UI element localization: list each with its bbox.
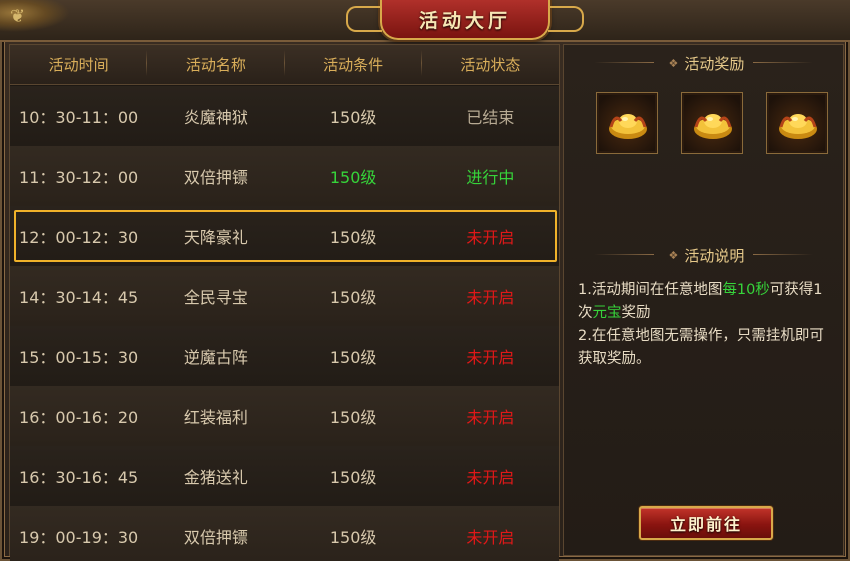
header-name: 活动名称: [147, 50, 285, 76]
header-status: 活动状态: [460, 56, 521, 74]
table-row[interactable]: 19：00-19：30 双倍押镖 150级 未开启: [10, 506, 559, 561]
activity-level-requirement: 150级: [329, 348, 377, 367]
window-title: 活动大厅: [418, 9, 511, 32]
activity-status: 未开启: [466, 288, 515, 307]
activity-level-requirement: 150级: [329, 108, 377, 127]
activity-status: 未开启: [466, 348, 515, 367]
activity-name: 双倍押镖: [183, 168, 248, 187]
activity-status: 未开启: [466, 228, 515, 247]
gold-ingot-icon: [609, 114, 647, 139]
activity-time: 12：00-12：30: [19, 228, 139, 247]
go-now-button[interactable]: 立即前往: [639, 506, 773, 540]
reward-slot-2[interactable]: [681, 92, 743, 154]
ornament-icon: ❖: [668, 56, 679, 70]
rewards-title: 活动奖励: [684, 54, 745, 73]
table-body: 10：30-11：00 炎魔神狱 150级 已结束 11：30-12：00 双倍押镖 150…: [10, 86, 559, 561]
activity-name: 红装福利: [183, 408, 248, 427]
desc-highlight-currency: 元宝: [592, 305, 622, 321]
activity-status: 未开启: [466, 408, 515, 427]
activity-level-requirement: 150级: [329, 528, 377, 547]
activity-time: 10：30-11：00: [19, 108, 139, 127]
activity-name: 逆魔古阵: [183, 348, 248, 367]
gold-ingot-icon: [694, 114, 732, 139]
desc-text: 奖励: [621, 305, 651, 321]
desc-text: 2.在任意地图无需操作，只需挂机即可获取奖励。: [578, 328, 824, 367]
table-row[interactable]: 10：30-11：00 炎魔神狱 150级 已结束: [10, 86, 559, 146]
corner-glyph: ❦: [10, 6, 26, 27]
activity-status: 未开启: [466, 468, 515, 487]
table-row[interactable]: 15：00-15：30 逆魔古阵 150级 未开启: [10, 326, 559, 386]
activity-name: 炎魔神狱: [183, 108, 248, 127]
activity-table: 活动时间 活动名称 活动条件 活动状态 10：30-11：00 炎魔神狱 150级 已…: [9, 44, 560, 561]
description-title: 活动说明: [684, 246, 745, 265]
table-header: 活动时间 活动名称 活动条件 活动状态: [10, 45, 559, 85]
activity-level-requirement: 150级: [329, 168, 377, 187]
activity-time: 16：30-16：45: [19, 468, 139, 487]
reward-slot-1[interactable]: [596, 92, 658, 154]
activity-status: 已结束: [466, 108, 515, 127]
activity-time: 16：00-16：20: [19, 408, 139, 427]
reward-list: [596, 92, 828, 154]
table-row[interactable]: 16：00-16：20 红装福利 150级 未开启: [10, 386, 559, 446]
activity-description: 1.活动期间在任意地图每10秒可获得1次元宝奖励 2.在任意地图无需操作，只需挂…: [578, 279, 836, 371]
corner-dragon-ornament: ❦: [0, 0, 70, 32]
desc-text: 1.活动期间在任意地图: [578, 282, 723, 298]
header-condition: 活动条件: [285, 50, 423, 76]
activity-status: 进行中: [466, 168, 515, 187]
side-panel: ❖ 活动奖励 ❖ 活动说明 1.活动期间在任意地图每10秒可获得1次元宝奖励 2…: [563, 44, 844, 556]
ornament-icon: ❖: [668, 248, 679, 262]
activity-time: 19：00-19：30: [19, 528, 139, 547]
activity-name: 双倍押镖: [183, 528, 248, 547]
activity-level-requirement: 150级: [329, 228, 377, 247]
desc-highlight-interval: 每10秒: [722, 282, 770, 298]
activity-level-requirement: 150级: [329, 288, 377, 307]
table-row[interactable]: 16：30-16：45 金猪送礼 150级 未开启: [10, 446, 559, 506]
activity-level-requirement: 150级: [329, 408, 377, 427]
activity-time: 14：30-14：45: [19, 288, 139, 307]
activity-name: 全民寻宝: [183, 288, 248, 307]
activity-time: 15：00-15：30: [19, 348, 139, 367]
description-heading: ❖ 活动说明: [564, 242, 843, 268]
header-time: 活动时间: [10, 50, 148, 76]
activity-time: 11：30-12：00: [19, 168, 139, 187]
rewards-heading: ❖ 活动奖励: [564, 50, 843, 76]
table-row[interactable]: 12：00-12：30 天降豪礼 150级 未开启: [10, 206, 559, 266]
activity-name: 天降豪礼: [183, 228, 248, 247]
gold-ingot-icon: [779, 114, 817, 139]
activity-name: 金猪送礼: [183, 468, 248, 487]
reward-slot-3[interactable]: [766, 92, 828, 154]
table-row[interactable]: 14：30-14：45 全民寻宝 150级 未开启: [10, 266, 559, 326]
activity-level-requirement: 150级: [329, 468, 377, 487]
table-row[interactable]: 11：30-12：00 双倍押镖 150级 进行中: [10, 146, 559, 206]
activity-status: 未开启: [466, 528, 515, 547]
title-plate: 活动大厅: [346, 0, 584, 40]
